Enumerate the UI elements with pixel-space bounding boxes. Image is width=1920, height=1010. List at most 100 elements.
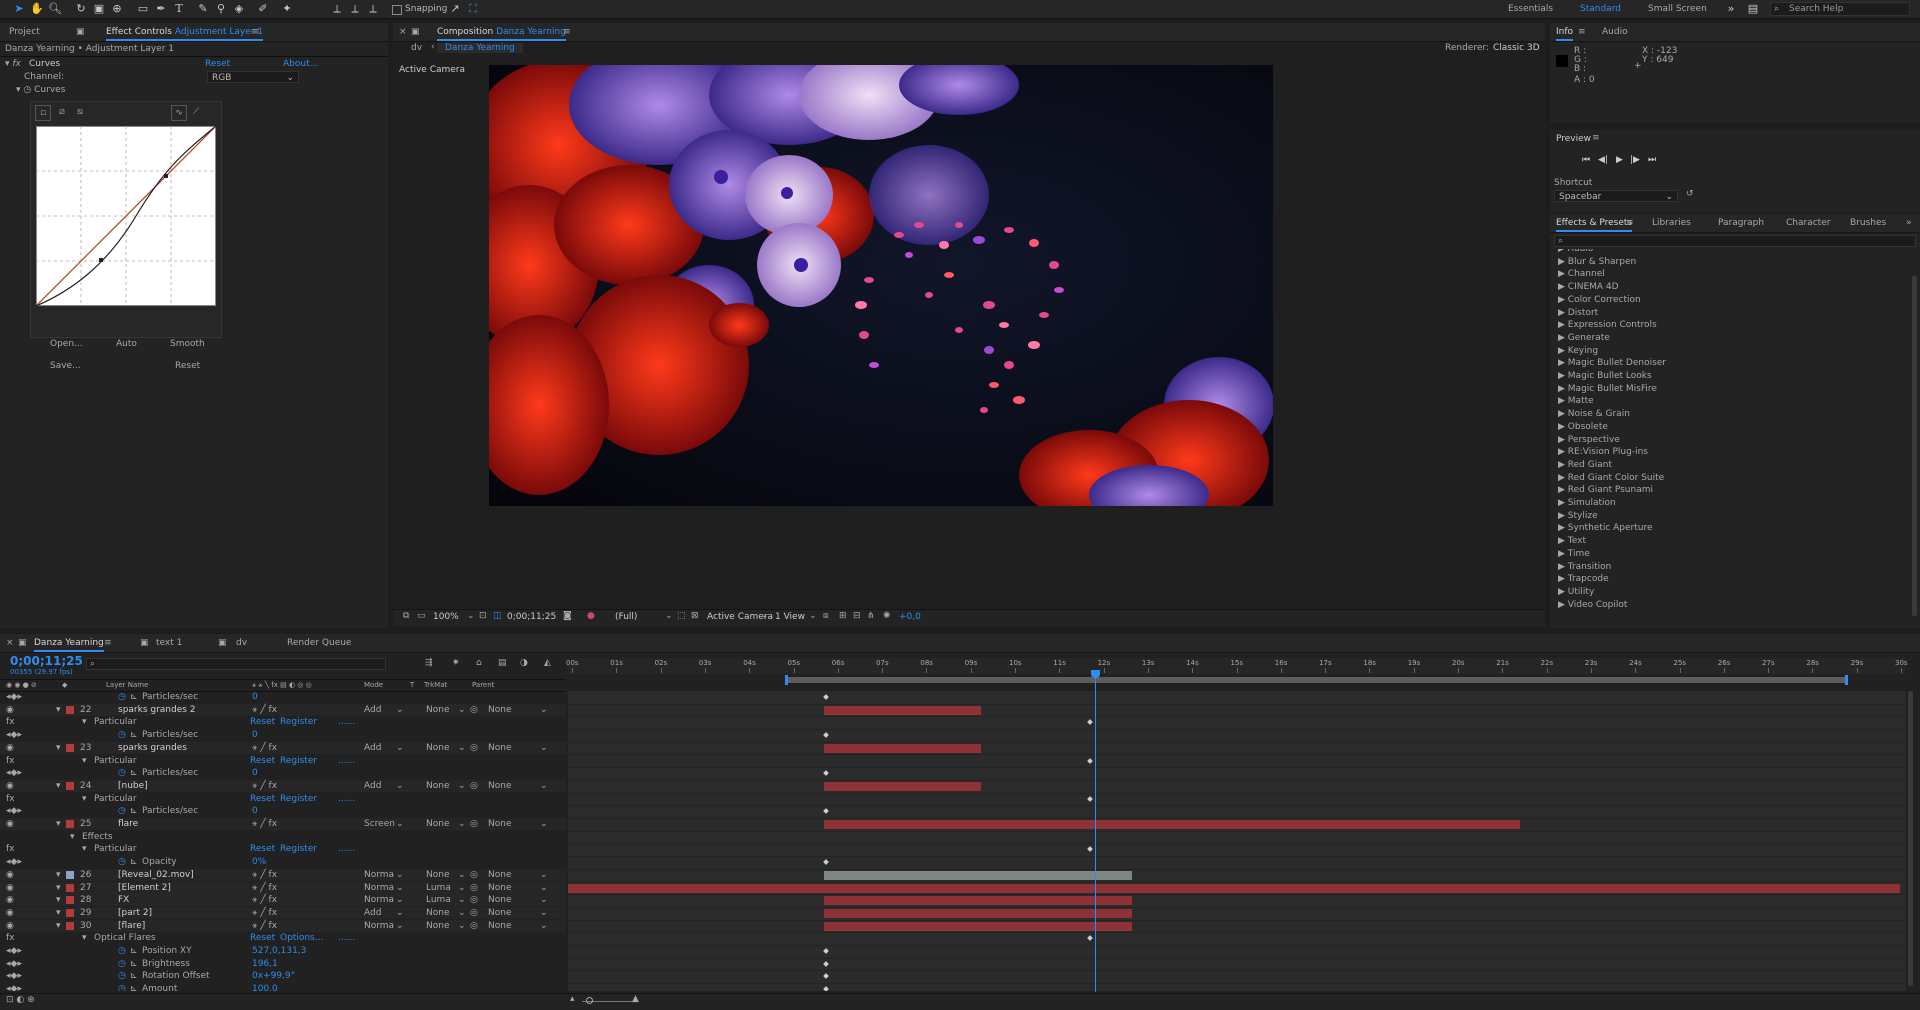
track-row[interactable]: [568, 932, 1906, 946]
toggle-view-icon[interactable]: ⧈: [823, 611, 829, 621]
fx-icon[interactable]: fx: [6, 843, 15, 855]
trkmat-dropdown[interactable]: None: [426, 742, 449, 754]
next-frame-icon[interactable]: |▶︎: [1630, 155, 1640, 165]
effect-register-link[interactable]: Register: [280, 793, 317, 805]
effect-reset-link[interactable]: Reset: [250, 793, 275, 805]
collapse-arrow-icon[interactable]: ▾: [56, 882, 61, 894]
property-value[interactable]: 527,0,131,3: [252, 945, 306, 957]
toggle-switches-icon[interactable]: ⊡ ◐ ⊕: [6, 995, 35, 1005]
keyframe-nav-icon[interactable]: ◂◆▸: [6, 856, 22, 868]
effect-category-item[interactable]: ▶ Simulation: [1558, 497, 1616, 509]
effect-row[interactable]: fx ▾ Particular Reset Register......: [0, 716, 566, 728]
curve-pencil-icon[interactable]: ⟋: [189, 105, 203, 119]
effects-scrollbar[interactable]: [1912, 276, 1917, 616]
label-color-swatch[interactable]: [66, 781, 74, 790]
zoom-tool-icon[interactable]: 🔍︎: [48, 2, 62, 16]
panel-menu-icon[interactable]: ≡: [1592, 133, 1600, 143]
tab-info[interactable]: Info: [1556, 23, 1574, 41]
effect-category-item[interactable]: ▶ Distort: [1558, 307, 1598, 319]
trkmat-dropdown[interactable]: None: [426, 920, 449, 932]
eraser-tool-icon[interactable]: ◈: [232, 2, 246, 16]
track-row[interactable]: [568, 742, 1906, 756]
keyframe-marker[interactable]: [823, 973, 829, 980]
layer-name[interactable]: [nube]: [118, 780, 148, 792]
shortcut-dropdown[interactable]: Spacebar ⌄: [1554, 190, 1678, 202]
property-value[interactable]: 0: [252, 691, 258, 703]
track-row[interactable]: [568, 691, 1906, 705]
visibility-icon[interactable]: ◉: [6, 907, 14, 919]
property-value[interactable]: 0%: [252, 856, 266, 868]
graph-editor-icon[interactable]: ◭: [544, 658, 551, 668]
expand-arrow-icon[interactable]: ▾: [82, 932, 87, 944]
fx-icon[interactable]: fx: [6, 716, 15, 728]
exposure-icon[interactable]: ✺: [883, 611, 891, 621]
mode-dropdown[interactable]: Screen: [364, 818, 395, 830]
keyframe-nav-icon[interactable]: ◂◆▸: [6, 767, 22, 779]
graph-icon[interactable]: ⊾: [130, 856, 138, 868]
layer-row[interactable]: ◉ ▾ 30 [flare] ⚹ ╱ fx Norma None ◎ None ⌄ ⌄ ⌄: [0, 919, 566, 932]
visibility-icon[interactable]: ◉: [6, 894, 14, 906]
effect-category-item[interactable]: ▶ Generate: [1558, 332, 1610, 344]
panel-menu-icon[interactable]: ≡: [252, 23, 260, 41]
mask-icon[interactable]: ◫: [493, 611, 502, 621]
resolution-value[interactable]: (Full): [615, 612, 637, 622]
current-timecode[interactable]: 0;00;11;25: [10, 654, 83, 668]
comp-icon[interactable]: ▣: [140, 634, 149, 652]
track-row[interactable]: [568, 704, 1906, 718]
label-color-swatch[interactable]: [66, 870, 74, 879]
effect-category-item[interactable]: ▶ Obsolete: [1558, 421, 1608, 433]
safe-zones-icon[interactable]: ⊡: [479, 611, 487, 621]
snap-grid-icon[interactable]: ⛶: [466, 2, 480, 16]
track-row[interactable]: [568, 755, 1906, 769]
stopwatch-icon[interactable]: ◷: [118, 805, 126, 817]
property-value[interactable]: 0x+99,9°: [252, 970, 295, 982]
mode-dropdown[interactable]: Add: [364, 780, 381, 792]
comp-icon[interactable]: ▣: [18, 634, 27, 652]
composition-viewport[interactable]: [489, 65, 1273, 506]
work-area-end-handle[interactable]: [1845, 675, 1848, 685]
graph-icon[interactable]: ⊾: [130, 945, 138, 957]
layer-duration-bar[interactable]: [568, 883, 1900, 893]
keyframe-marker[interactable]: [823, 986, 829, 991]
trkmat-dropdown[interactable]: None: [426, 780, 449, 792]
selection-tool-icon[interactable]: ➤: [12, 2, 26, 16]
layer-name[interactable]: [Element 2]: [118, 882, 171, 894]
parent-dropdown[interactable]: None: [488, 869, 511, 881]
col-mode[interactable]: Mode: [364, 680, 383, 691]
rotate-tool-icon[interactable]: ↻: [74, 2, 88, 16]
switch-icons[interactable]: ⚹ ╱ fx: [252, 704, 277, 716]
fx-icon[interactable]: fx: [6, 793, 15, 805]
transparency-grid-icon[interactable]: ⊠: [691, 611, 699, 621]
workspace-small-screen[interactable]: Small Screen: [1648, 3, 1707, 15]
curves-smooth-button[interactable]: Smooth: [170, 339, 205, 349]
snapshot-icon[interactable]: ◙: [563, 611, 572, 621]
puppet-pin-tool-icon[interactable]: ✦: [280, 2, 294, 16]
layer-duration-bar[interactable]: [824, 896, 1132, 906]
work-area-bar[interactable]: [787, 677, 1847, 683]
timeline-icon[interactable]: ⊟: [853, 611, 861, 621]
effect-category-item[interactable]: ▶ Text: [1558, 535, 1586, 547]
layer-row[interactable]: ◉ ▾ 28 FX ⚹ ╱ fx Norma Luma ◎ None ⌄ ⌄ ⌄: [0, 894, 566, 907]
col-layer-name[interactable]: Layer Name: [106, 680, 148, 691]
track-row[interactable]: [568, 945, 1906, 959]
fx-icon[interactable]: ▾ fx: [5, 58, 21, 70]
keyframe-marker[interactable]: [823, 732, 829, 738]
tab-composition[interactable]: Composition Danza Yearning: [437, 23, 566, 41]
layer-duration-bar[interactable]: [824, 743, 981, 753]
brush-tool-icon[interactable]: ✎: [196, 2, 210, 16]
monitor-icon[interactable]: ▭: [417, 611, 426, 621]
tab-project[interactable]: Project: [9, 23, 40, 41]
layer-row[interactable]: ◉ ▾ 22 sparks grandes 2 ⚹ ╱ fx Add None ◎ None ⌄ ⌄…: [0, 703, 566, 716]
track-row[interactable]: [568, 920, 1906, 934]
lock-icon[interactable]: ▣: [411, 23, 420, 41]
collapse-arrow-icon[interactable]: ▾: [56, 907, 61, 919]
property-row[interactable]: ◂◆▸ ◷ ⊾ Particles/sec 0: [0, 691, 566, 703]
layer-name[interactable]: [part 2]: [118, 907, 152, 919]
label-color-swatch[interactable]: [66, 921, 74, 930]
curve-spline-icon[interactable]: ∿: [171, 105, 187, 121]
view-axis-icon[interactable]: ⟂: [366, 2, 380, 16]
collapse-arrow-icon[interactable]: ▾: [56, 920, 61, 932]
snapping-checkbox[interactable]: [392, 5, 402, 15]
collapse-arrow-icon[interactable]: ▾: [56, 780, 61, 792]
visibility-icon[interactable]: ◉: [6, 818, 14, 830]
